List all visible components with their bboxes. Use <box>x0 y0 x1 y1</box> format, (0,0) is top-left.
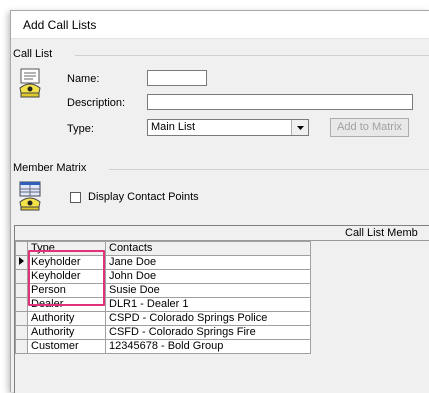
row-contact-cell[interactable]: 12345678 - Bold Group <box>105 339 311 354</box>
row-type-cell[interactable]: Authority <box>27 311 106 326</box>
table-header-row: Type Contacts <box>15 241 311 256</box>
row-type-cell[interactable]: Customer <box>27 339 106 354</box>
column-header-contacts[interactable]: Contacts <box>105 241 311 256</box>
chevron-down-icon[interactable] <box>291 120 308 135</box>
row-contact-cell[interactable]: DLR1 - Dealer 1 <box>105 297 311 312</box>
add-to-matrix-button[interactable]: Add to Matrix <box>330 118 409 137</box>
header-indicator-cell <box>15 241 28 256</box>
description-label: Description: <box>67 97 126 109</box>
table-row[interactable]: Keyholder Jane Doe <box>15 255 311 270</box>
call-list-group-label: Call List <box>13 48 56 60</box>
row-indicator-cell <box>15 339 28 354</box>
window-title: Add Call Lists <box>23 18 97 32</box>
title-bar[interactable]: Add Call Lists <box>11 11 429 39</box>
row-indicator-cell <box>15 325 28 340</box>
table-row[interactable]: Customer 12345678 - Bold Group <box>15 339 311 354</box>
table-row[interactable]: Person Susie Doe <box>15 283 311 298</box>
row-indicator-cell <box>15 269 28 284</box>
row-indicator-cell <box>15 297 28 312</box>
row-indicator-cell <box>15 311 28 326</box>
type-select[interactable]: Main List <box>147 119 309 136</box>
description-field[interactable] <box>147 94 413 110</box>
table-row[interactable]: Keyholder John Doe <box>15 269 311 284</box>
row-indicator-arrow-icon <box>15 255 28 270</box>
column-header-type[interactable]: Type <box>27 241 106 256</box>
grid-caption: Call List Memb <box>15 226 429 241</box>
row-type-cell[interactable]: Dealer <box>27 297 106 312</box>
row-contact-cell[interactable]: CSFD - Colorado Springs Fire <box>105 325 311 340</box>
display-contact-points-label: Display Contact Points <box>88 191 199 203</box>
member-matrix-group-divider <box>109 169 429 170</box>
member-table: Type Contacts Keyholder Jane Doe Keyhold… <box>15 241 311 354</box>
name-label: Name: <box>67 73 100 85</box>
row-type-cell[interactable]: Keyholder <box>27 269 106 284</box>
table-row[interactable]: Authority CSPD - Colorado Springs Police <box>15 311 311 326</box>
member-matrix-group-label: Member Matrix <box>13 162 90 174</box>
table-row[interactable]: Dealer DLR1 - Dealer 1 <box>15 297 311 312</box>
row-contact-cell[interactable]: CSPD - Colorado Springs Police <box>105 311 311 326</box>
grid-caption-text: Call List Memb <box>345 227 418 239</box>
row-type-cell[interactable]: Person <box>27 283 106 298</box>
display-contact-points-checkbox[interactable] <box>70 192 81 203</box>
call-list-member-grid[interactable]: Call List Memb Type Contacts Keyholder J… <box>14 225 429 393</box>
phone-book-icon <box>17 68 43 98</box>
type-label: Type: <box>67 123 94 135</box>
row-indicator-cell <box>15 283 28 298</box>
phone-list-icon <box>17 181 43 211</box>
name-field[interactable] <box>147 70 207 86</box>
row-type-cell[interactable]: Authority <box>27 325 106 340</box>
add-call-lists-window: Add Call Lists Call List Name: Descripti… <box>10 10 429 393</box>
table-row[interactable]: Authority CSFD - Colorado Springs Fire <box>15 325 311 340</box>
row-contact-cell[interactable]: John Doe <box>105 269 311 284</box>
row-contact-cell[interactable]: Jane Doe <box>105 255 311 270</box>
call-list-group-divider <box>75 55 429 56</box>
type-select-value: Main List <box>151 121 196 133</box>
row-contact-cell[interactable]: Susie Doe <box>105 283 311 298</box>
row-type-cell[interactable]: Keyholder <box>27 255 106 270</box>
